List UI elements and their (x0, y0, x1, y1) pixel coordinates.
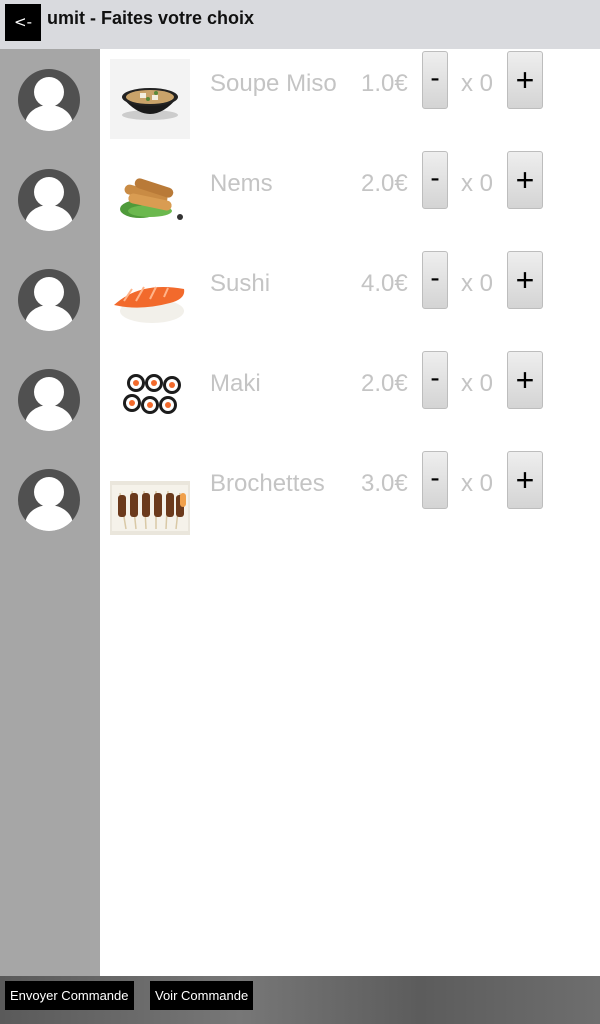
list-item: Brochettes 3.0€ - x 0 + (100, 449, 600, 549)
item-price: 4.0€ (361, 270, 408, 297)
item-name: Nems (210, 170, 273, 197)
item-name: Soupe Miso (210, 70, 337, 97)
increase-button[interactable]: + (507, 151, 543, 209)
brochettes-image (110, 481, 190, 535)
list-item: Soupe Miso 1.0€ - x 0 + (100, 49, 600, 149)
item-quantity: x 0 (461, 170, 494, 197)
avatar[interactable] (18, 169, 80, 231)
item-price: 1.0€ (361, 70, 408, 97)
item-price: 2.0€ (361, 370, 408, 397)
user-icon (34, 377, 64, 407)
decrease-button[interactable]: - (422, 151, 448, 209)
back-button[interactable]: <- (5, 4, 41, 41)
header-bar: <- umit - Faites votre choix (0, 0, 600, 49)
item-quantity: x 0 (461, 270, 494, 297)
increase-button[interactable]: + (507, 251, 543, 309)
user-icon (34, 477, 64, 507)
item-name: Sushi (210, 270, 271, 297)
footer-bar: Envoyer Commande Voir Commande (0, 976, 600, 1024)
avatar[interactable] (18, 69, 80, 131)
user-icon (34, 177, 64, 207)
miso-soup-image (110, 59, 190, 139)
user-icon (34, 277, 64, 307)
item-price: 3.0€ (361, 470, 408, 497)
increase-button[interactable]: + (507, 51, 543, 109)
user-icon (34, 77, 64, 107)
maki-image (110, 359, 190, 439)
increase-button[interactable]: + (507, 351, 543, 409)
view-order-button[interactable]: Voir Commande (150, 981, 254, 1010)
avatar[interactable] (18, 469, 80, 531)
sushi-image (110, 259, 190, 339)
increase-button[interactable]: + (507, 451, 543, 509)
page-title: umit - Faites votre choix (47, 8, 255, 28)
item-name: Brochettes (210, 470, 325, 497)
list-item: Nems 2.0€ - x 0 + (100, 149, 600, 249)
avatar[interactable] (18, 369, 80, 431)
send-order-button[interactable]: Envoyer Commande (5, 981, 134, 1010)
item-name: Maki (210, 370, 261, 397)
list-item: Sushi 4.0€ - x 0 + (100, 249, 600, 349)
list-item: Maki 2.0€ - x 0 + (100, 349, 600, 449)
item-quantity: x 0 (461, 370, 494, 397)
item-quantity: x 0 (461, 470, 494, 497)
item-price: 2.0€ (361, 170, 408, 197)
decrease-button[interactable]: - (422, 351, 448, 409)
item-quantity: x 0 (461, 70, 494, 97)
decrease-button[interactable]: - (422, 51, 448, 109)
decrease-button[interactable]: - (422, 451, 448, 509)
avatar[interactable] (18, 269, 80, 331)
decrease-button[interactable]: - (422, 251, 448, 309)
sidebar (0, 49, 100, 976)
nems-image (110, 159, 190, 239)
